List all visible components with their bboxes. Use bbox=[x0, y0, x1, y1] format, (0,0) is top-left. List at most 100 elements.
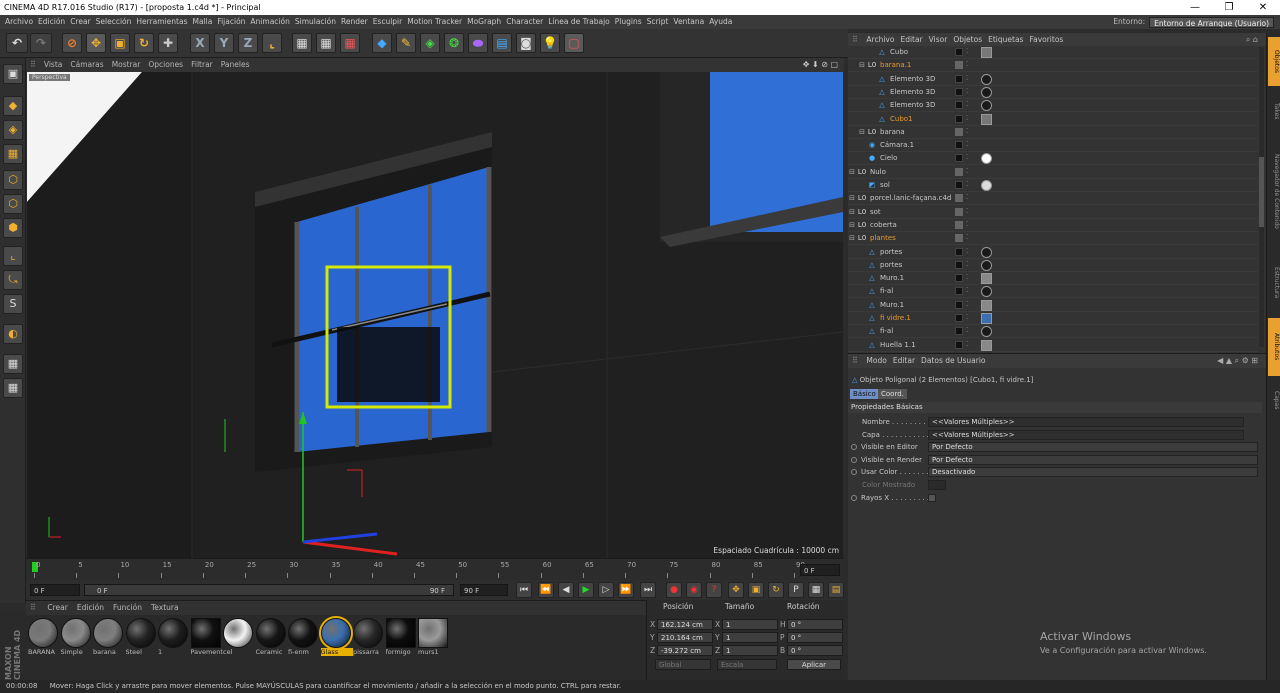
key-parameter-icon[interactable]: P bbox=[788, 582, 804, 598]
layer-color-icon[interactable] bbox=[955, 300, 963, 309]
object-row[interactable]: △ Cubo ⁚ bbox=[848, 46, 1258, 59]
object-name[interactable]: Muro.1 bbox=[880, 299, 904, 312]
object-row[interactable]: △ Elemento 3D ⁚ bbox=[848, 86, 1258, 99]
floor-icon[interactable]: ▤ bbox=[492, 33, 512, 53]
object-row[interactable]: △ Elemento 3D ⁚ bbox=[848, 99, 1258, 113]
side-tab[interactable]: Atributos bbox=[1268, 317, 1280, 376]
workplane-grid-icon[interactable]: ▦ bbox=[3, 378, 23, 398]
menu-item[interactable]: Archivo bbox=[5, 17, 33, 26]
material-swatch[interactable] bbox=[353, 618, 383, 648]
edges-mode-icon[interactable]: ⬡ bbox=[3, 194, 23, 214]
object-name[interactable]: portes bbox=[880, 259, 902, 272]
material-tag-icon[interactable] bbox=[981, 273, 992, 285]
material-label[interactable]: formigo bbox=[386, 648, 418, 656]
object-name[interactable]: sol bbox=[880, 179, 890, 192]
object-name[interactable]: Huella 1.1 bbox=[880, 339, 916, 352]
material-tag-icon[interactable] bbox=[981, 113, 992, 125]
material-tag-icon[interactable] bbox=[981, 86, 992, 98]
object-row[interactable]: △ fi-al ⁚ bbox=[848, 325, 1258, 339]
layer-color-icon[interactable] bbox=[955, 154, 963, 163]
menu-item[interactable]: Esculpir bbox=[373, 17, 403, 26]
layer-color-icon[interactable] bbox=[955, 61, 963, 70]
key-pla-icon[interactable]: ▦ bbox=[808, 582, 824, 598]
expand-icon[interactable]: ⊟ bbox=[848, 168, 856, 176]
color-swatch[interactable] bbox=[928, 480, 946, 490]
object-row[interactable]: ◩ sol ⁚ bbox=[848, 179, 1258, 192]
object-name[interactable]: Cubo1 bbox=[890, 113, 913, 126]
material-label[interactable]: barana bbox=[93, 648, 125, 656]
last-tool-icon[interactable]: ✚ bbox=[158, 33, 178, 53]
animate-radio-icon[interactable] bbox=[851, 494, 857, 501]
object-row[interactable]: ⊟ L0 coberta ⁚ bbox=[848, 219, 1258, 232]
workplane-mode-icon[interactable]: ▦ bbox=[3, 144, 23, 164]
layer-color-icon[interactable] bbox=[955, 220, 963, 229]
viewport-menu-item[interactable]: Mostrar bbox=[112, 60, 141, 69]
viewport-menu-item[interactable]: Vista bbox=[44, 60, 63, 69]
material-tag-icon[interactable] bbox=[981, 299, 992, 311]
visibility-dots-icon[interactable]: ⁚ bbox=[966, 326, 968, 334]
visibility-dots-icon[interactable]: ⁚ bbox=[966, 207, 968, 215]
material-tag-icon[interactable] bbox=[981, 47, 992, 58]
visibility-dots-icon[interactable]: ⁚ bbox=[966, 100, 968, 108]
apply-button[interactable]: Aplicar bbox=[787, 659, 841, 670]
visibility-dots-icon[interactable]: ⁚ bbox=[966, 340, 968, 348]
texture-mode-icon[interactable]: ◈ bbox=[3, 120, 23, 140]
visibility-dots-icon[interactable]: ⁚ bbox=[966, 247, 968, 255]
menu-item[interactable]: Motion Tracker bbox=[407, 17, 462, 26]
go-to-start-icon[interactable]: ⏮ bbox=[516, 582, 532, 598]
position-field[interactable]: -39.272 cm bbox=[657, 645, 713, 656]
object-row[interactable]: ⊟ L0 plantes ⁚ bbox=[848, 232, 1258, 246]
material-label[interactable]: fi-enm bbox=[288, 648, 320, 656]
object-row[interactable]: △ portes ⁚ bbox=[848, 259, 1258, 272]
expand-icon[interactable]: ⊟ bbox=[848, 234, 856, 242]
next-key-icon[interactable]: ⏩ bbox=[618, 582, 634, 598]
layer-color-icon[interactable] bbox=[955, 141, 963, 150]
coordinate-mode-dropdown[interactable]: Global bbox=[655, 659, 711, 670]
material-tag-icon[interactable] bbox=[981, 100, 992, 112]
object-row[interactable]: △ Huella 1.1 ⁚ bbox=[848, 339, 1258, 352]
menu-item[interactable]: Simulación bbox=[295, 17, 336, 26]
size-field[interactable]: 1 bbox=[722, 619, 778, 630]
material-tag-icon[interactable] bbox=[981, 180, 992, 191]
material-swatch[interactable] bbox=[125, 618, 156, 648]
visibility-dots-icon[interactable]: ⁚ bbox=[966, 180, 968, 188]
attribute-menu-item[interactable]: Modo bbox=[866, 356, 886, 365]
object-menu-item[interactable]: Editar bbox=[900, 35, 922, 44]
record-icon[interactable]: ● bbox=[666, 582, 682, 598]
viewport-menu-item[interactable]: Paneles bbox=[221, 60, 250, 69]
object-name[interactable]: portes bbox=[880, 246, 902, 259]
material-swatch[interactable] bbox=[93, 618, 123, 648]
lock-workplane-icon[interactable]: ▦ bbox=[3, 354, 23, 374]
object-name[interactable]: plantes bbox=[870, 232, 896, 245]
menu-item[interactable]: Script bbox=[647, 17, 669, 26]
position-field[interactable]: 162.124 cm bbox=[657, 619, 713, 630]
attribute-field[interactable]: <<Valores Múltiples>> bbox=[928, 417, 1244, 427]
render-settings-icon[interactable]: ▦ bbox=[340, 33, 360, 53]
object-row[interactable]: △ fi vidre.1 ⁚ bbox=[848, 312, 1258, 325]
object-name[interactable]: fi-al bbox=[880, 325, 893, 338]
key-rotation-icon[interactable]: ↻ bbox=[768, 582, 784, 598]
visibility-dots-icon[interactable]: ⁚ bbox=[966, 87, 968, 95]
material-tag-icon[interactable] bbox=[981, 326, 992, 338]
cube-primitive-icon[interactable]: ◆ bbox=[372, 33, 392, 53]
go-to-end-icon[interactable]: ⏭ bbox=[640, 582, 656, 598]
next-frame-icon[interactable]: ▷ bbox=[598, 582, 614, 598]
menu-item[interactable]: Render bbox=[341, 17, 368, 26]
object-name[interactable]: Nulo bbox=[870, 166, 886, 179]
position-field[interactable]: 210.164 cm bbox=[657, 632, 713, 643]
expand-icon[interactable]: ⊟ bbox=[848, 221, 856, 229]
material-label[interactable]: pissarra bbox=[353, 648, 385, 656]
subdivision-icon[interactable]: ◈ bbox=[420, 33, 440, 53]
object-row[interactable]: ⊟ L0 sot ⁚ bbox=[848, 206, 1258, 219]
visibility-dots-icon[interactable]: ⁚ bbox=[966, 233, 968, 241]
rotation-field[interactable]: 0 ° bbox=[787, 619, 843, 630]
menu-item[interactable]: Edición bbox=[38, 17, 65, 26]
object-name[interactable]: Cámara.1 bbox=[880, 139, 914, 152]
layer-color-icon[interactable] bbox=[955, 194, 963, 203]
menu-item[interactable]: Animación bbox=[250, 17, 289, 26]
key-position-icon[interactable]: ✥ bbox=[728, 582, 744, 598]
material-tag-icon[interactable] bbox=[981, 339, 992, 351]
animate-radio-icon[interactable] bbox=[851, 469, 857, 476]
animate-radio-icon[interactable] bbox=[851, 456, 857, 463]
object-name[interactable]: sot bbox=[870, 206, 881, 219]
